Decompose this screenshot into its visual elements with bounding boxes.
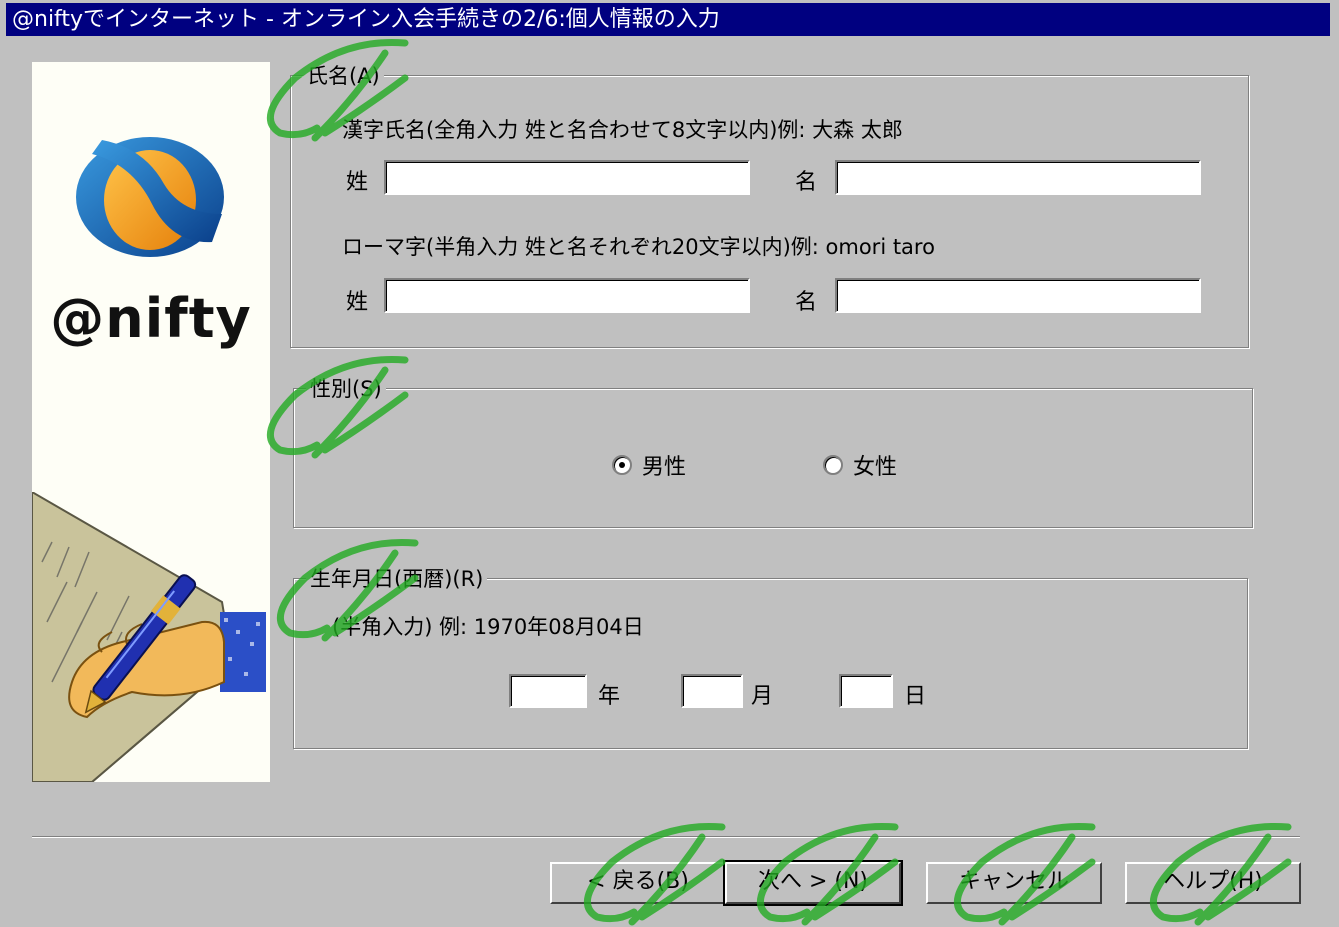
nifty-logo-icon [76, 137, 224, 257]
kanji-last-name-input[interactable] [384, 160, 750, 195]
next-button[interactable]: 次へ > (N) [723, 860, 903, 906]
birthdate-group-legend: 生年月日(西暦)(R) [306, 563, 488, 593]
birth-year-input[interactable] [509, 674, 587, 708]
name-group: 氏名(A) 漢字氏名(全角入力 姓と名合わせて8文字以内)例: 大森 太郎 姓 … [290, 60, 1249, 348]
romaji-last-label: 姓 [346, 290, 369, 315]
kanji-first-name-input[interactable] [835, 160, 1201, 195]
kanji-first-label: 名 [795, 170, 818, 195]
dialog-window: @niftyでインターネット - オンライン入会手続きの2/6:個人情報の入力 … [0, 0, 1339, 927]
birthdate-hint: (半角入力) 例: 1970年08月04日 [332, 615, 644, 639]
radio-unselected-icon [823, 455, 843, 475]
side-panel: @nifty [32, 62, 270, 782]
gender-female-label: 女性 [853, 455, 898, 480]
help-button[interactable]: ヘルプ(H) [1125, 862, 1301, 904]
romaji-first-name-input[interactable] [835, 278, 1201, 313]
writing-hand-illustration-icon [32, 492, 266, 782]
gender-male-radio[interactable]: 男性 [612, 449, 686, 481]
brand-logo-text: @nifty [50, 287, 252, 350]
romaji-name-hint: ローマ字(半角入力 姓と名それぞれ20文字以内)例: omori taro [342, 235, 935, 259]
birthdate-group: 生年月日(西暦)(R) (半角入力) 例: 1970年08月04日 年 月 日 [293, 563, 1248, 749]
kanji-last-label: 姓 [346, 170, 369, 195]
back-button[interactable]: < 戻る(B) [550, 862, 726, 904]
birth-year-label: 年 [598, 684, 621, 709]
radio-selected-icon [612, 455, 632, 475]
window-title: @niftyでインターネット - オンライン入会手続きの2/6:個人情報の入力 [6, 3, 1330, 36]
gender-female-radio[interactable]: 女性 [823, 449, 897, 481]
cancel-button[interactable]: キャンセル [926, 862, 1102, 904]
name-group-legend: 氏名(A) [303, 60, 384, 90]
gender-male-label: 男性 [642, 455, 687, 480]
gender-group: 性別(S) 男性 女性 [293, 373, 1253, 528]
kanji-name-hint: 漢字氏名(全角入力 姓と名合わせて8文字以内)例: 大森 太郎 [342, 118, 903, 142]
birth-day-input[interactable] [839, 674, 893, 708]
footer-separator [32, 836, 1300, 838]
gender-group-legend: 性別(S) [306, 373, 386, 403]
birth-day-label: 日 [904, 684, 927, 709]
birth-month-label: 月 [751, 684, 774, 709]
romaji-last-name-input[interactable] [384, 278, 750, 313]
birth-month-input[interactable] [681, 674, 743, 708]
romaji-first-label: 名 [795, 290, 818, 315]
